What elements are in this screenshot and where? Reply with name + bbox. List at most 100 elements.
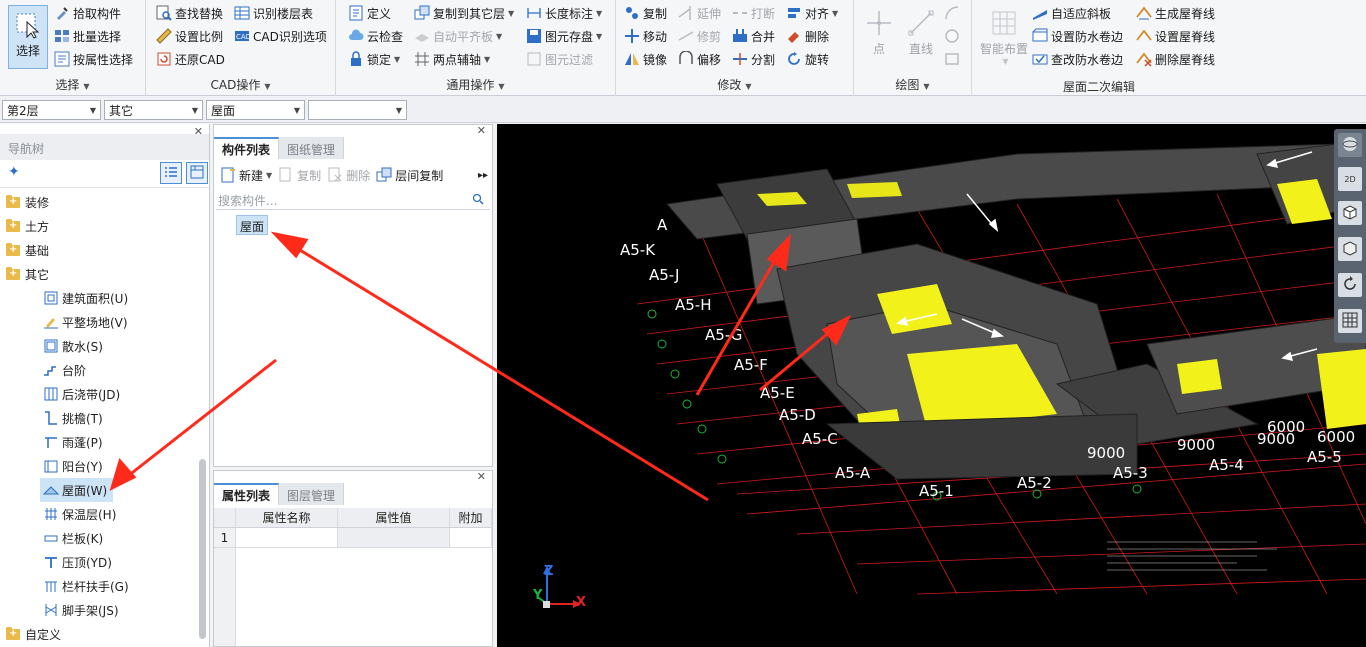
extra-select[interactable]: ▼ — [308, 100, 407, 120]
extend-button[interactable]: 延伸 — [678, 3, 721, 23]
set-ridge-button[interactable]: 设置屋脊线 — [1136, 26, 1215, 46]
floor-select[interactable]: 第2层 ▼ — [2, 100, 101, 120]
check-waterproof-roll-button[interactable]: 查改防水卷边 — [1032, 49, 1123, 69]
tab-drawing-management[interactable]: 图纸管理 — [279, 137, 345, 159]
break-button[interactable]: 打断 — [732, 3, 775, 23]
property-name-cell[interactable] — [236, 528, 338, 547]
tree-item[interactable]: 挑檐(T) — [40, 406, 109, 430]
type-select[interactable]: 屋面 ▼ — [206, 100, 305, 120]
offset-button[interactable]: 偏移 — [678, 49, 721, 69]
tree-item[interactable]: 平整场地(V) — [40, 310, 134, 334]
move-button[interactable]: 移动 — [624, 26, 667, 46]
search-icon[interactable] — [472, 193, 484, 208]
adaptive-slope-button[interactable]: 自适应斜板 — [1032, 3, 1111, 23]
split-button[interactable]: 分割 — [732, 49, 775, 69]
cloud-check-button[interactable]: 云检查 — [348, 26, 403, 46]
close-icon[interactable]: ✕ — [477, 124, 486, 137]
category-select[interactable]: 其它 ▼ — [104, 100, 203, 120]
copy-component-button[interactable]: 复制 — [278, 167, 321, 184]
batch-select-button[interactable]: 批量选择 — [54, 26, 121, 46]
element-filter-button[interactable]: 图元过滤 — [526, 49, 593, 69]
line-tool-button[interactable]: 直线 — [902, 6, 940, 57]
tree-item[interactable]: 建筑面积(U) — [40, 286, 134, 310]
sparkle-add-icon[interactable]: ✦ — [8, 164, 20, 180]
restore-cad-button[interactable]: 还原CAD — [156, 49, 225, 69]
tree-folder[interactable]: + 基础 — [6, 238, 49, 262]
mirror-button[interactable]: 镜像 — [624, 49, 667, 69]
rotate-button[interactable]: 旋转 — [786, 49, 829, 69]
view-3d-button[interactable] — [1338, 201, 1362, 225]
3d-viewport[interactable]: 2D Z Y X A A5-K A5-J A5-H A5-G A5-F A5-E A5-D A5… — [497, 124, 1366, 647]
tree-item[interactable]: 压顶(YD) — [40, 550, 118, 574]
tab-component-list[interactable]: 构件列表 — [214, 137, 280, 159]
property-row[interactable]: 1 — [214, 528, 492, 548]
delete-ridge-button[interactable]: 删除屋脊线 — [1136, 49, 1215, 69]
tree-item[interactable]: 雨蓬(P) — [40, 430, 109, 454]
pick-component-button[interactable]: 拾取构件 — [54, 3, 121, 23]
arc-tool-button[interactable] — [944, 3, 963, 23]
view-orbit-button[interactable] — [1338, 133, 1362, 157]
group-common-label[interactable]: 通用操作 ▼ — [336, 76, 615, 93]
view-2d-button[interactable]: 2D — [1338, 167, 1362, 191]
tree-folder[interactable]: + 土方 — [6, 214, 49, 238]
group-modify-label[interactable]: 修改 ▼ — [616, 76, 853, 93]
tab-property-list[interactable]: 属性列表 — [214, 483, 280, 505]
point-tool-button[interactable]: 点 — [862, 6, 896, 57]
new-component-button[interactable]: 新建 ▼ — [220, 167, 272, 184]
lock-button[interactable]: 锁定 ▼ — [348, 49, 400, 69]
component-item-roof[interactable]: 屋面 — [236, 215, 269, 235]
tree-item[interactable]: 散水(S) — [40, 334, 109, 358]
find-replace-button[interactable]: 查找替换 — [156, 3, 223, 23]
set-ratio-button[interactable]: 设置比例 — [156, 26, 223, 46]
set-waterproof-roll-button[interactable]: 设置防水卷边 — [1032, 26, 1123, 46]
copy-to-other-floor-button[interactable]: 复制到其它层 ▼ — [414, 3, 514, 23]
view-grid-button[interactable] — [1338, 309, 1362, 333]
component-search-input[interactable]: 搜索构件... — [216, 190, 490, 210]
group-draw-label[interactable]: 绘图 ▼ — [854, 76, 971, 93]
trim-button[interactable]: 修剪 — [678, 26, 721, 46]
property-extra-cell[interactable] — [450, 528, 492, 547]
align-button[interactable]: 对齐 ▼ — [786, 3, 838, 23]
smart-layout-button[interactable]: 智能布置 ▼ — [976, 6, 1032, 66]
group-select-label[interactable]: 选择 ▼ — [0, 76, 145, 93]
more-icon[interactable]: ▸▸ — [478, 170, 488, 181]
tree-folder[interactable]: + 其它 — [6, 262, 49, 286]
tree-folder[interactable]: + 装修 — [6, 190, 49, 214]
floor-copy-button[interactable]: 层间复制 — [376, 167, 443, 184]
circle-tool-button[interactable] — [944, 26, 963, 46]
tree-folder[interactable]: + 自定义 — [6, 622, 61, 646]
identify-floor-table-button[interactable]: 识别楼层表 — [234, 3, 313, 23]
delete-button[interactable]: 删除 — [786, 26, 829, 46]
auto-slab-button[interactable]: 自动平齐板 ▼ — [414, 26, 502, 46]
length-mark-button[interactable]: 长度标注 ▼ — [526, 3, 602, 23]
tree-item[interactable]: 栏杆扶手(G) — [40, 574, 135, 598]
waterproof-roll-icon — [1032, 28, 1048, 44]
tree-item[interactable]: 栏板(K) — [40, 526, 109, 550]
select-button[interactable]: 选择 — [8, 5, 48, 69]
tree-scrollbar[interactable] — [199, 459, 206, 639]
copy-button[interactable]: 复制 — [624, 3, 667, 23]
tree-item[interactable]: 屋面(W) — [40, 478, 114, 502]
tree-item[interactable]: 脚手架(JS) — [40, 598, 125, 622]
tab-layer-management[interactable]: 图层管理 — [279, 483, 345, 505]
delete-component-button[interactable]: 删除 — [327, 167, 370, 184]
rect-tool-button[interactable] — [944, 49, 963, 69]
generate-ridge-button[interactable]: 生成屋脊线 — [1136, 3, 1215, 23]
merge-button[interactable]: 合并 — [732, 26, 775, 46]
element-save-button[interactable]: 图元存盘 ▼ — [526, 26, 602, 46]
define-button[interactable]: 定义 — [348, 3, 391, 23]
property-value-cell[interactable] — [338, 528, 450, 547]
cad-options-button[interactable]: CAD CAD识别选项 — [234, 26, 327, 46]
group-cad-label[interactable]: CAD操作 ▼ — [146, 76, 335, 93]
tree-item[interactable]: 阳台(Y) — [40, 454, 109, 478]
view-iso-button[interactable] — [1338, 237, 1362, 261]
tree-item[interactable]: 后浇带(JD) — [40, 382, 126, 406]
tree-item[interactable]: 保温层(H) — [40, 502, 122, 526]
view-rotate-button[interactable] — [1338, 273, 1362, 297]
close-icon[interactable]: ✕ — [477, 470, 486, 483]
two-point-axis-button[interactable]: 两点辅轴 ▼ — [414, 49, 490, 69]
attr-select-button[interactable]: 按属性选择 — [54, 49, 133, 69]
tree-item[interactable]: 台阶 — [40, 358, 92, 382]
grid-view-button[interactable] — [186, 162, 208, 184]
list-view-button[interactable] — [160, 162, 182, 184]
